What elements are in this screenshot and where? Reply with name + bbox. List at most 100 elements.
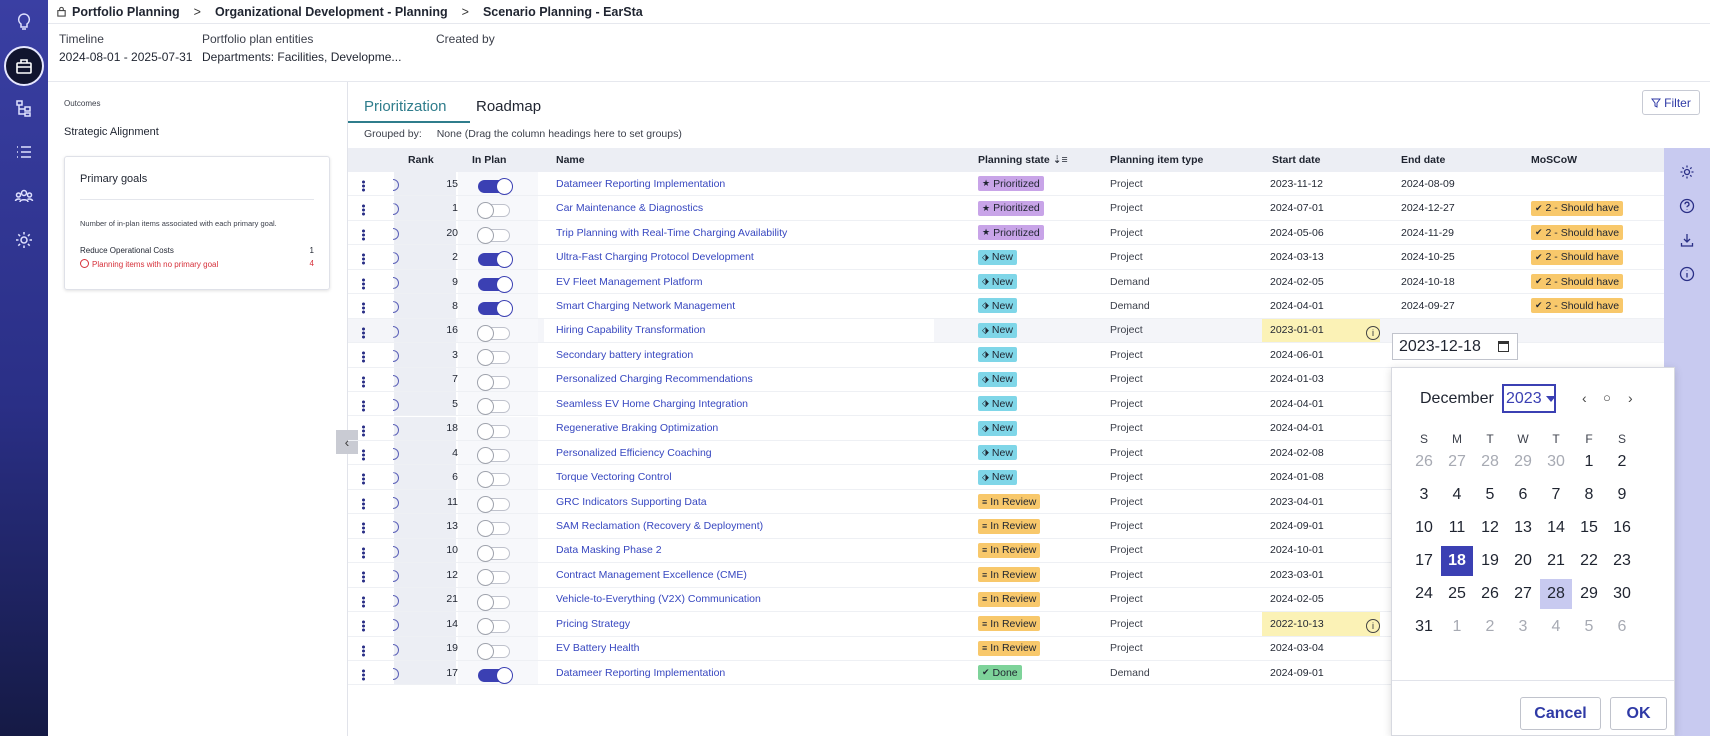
portfolio-briefcase-icon[interactable] xyxy=(4,46,44,86)
row-menu-icon[interactable] xyxy=(362,253,365,266)
planning-item-link[interactable]: Pricing Strategy xyxy=(556,612,630,635)
start-date-cell[interactable]: 2024-04-01 xyxy=(1262,294,1380,317)
row-menu-icon[interactable] xyxy=(362,620,365,633)
column-in-plan[interactable]: In Plan xyxy=(472,154,506,166)
breadcrumb-portfolio-planning[interactable]: Portfolio Planning xyxy=(72,5,180,19)
planning-item-link[interactable]: Contract Management Excellence (CME) xyxy=(556,563,747,586)
row-info-icon[interactable] xyxy=(393,594,399,607)
planning-item-link[interactable]: EV Battery Health xyxy=(556,637,639,660)
download-icon[interactable] xyxy=(1679,232,1695,248)
start-date-cell[interactable]: 2024-01-03 xyxy=(1262,368,1380,391)
row-info-icon[interactable] xyxy=(393,325,399,338)
start-date-cell[interactable]: 2024-01-08 xyxy=(1262,465,1380,488)
planning-item-link[interactable]: Regenerative Braking Optimization xyxy=(556,417,718,440)
calendar-day[interactable]: 10 xyxy=(1408,513,1440,543)
in-plan-toggle[interactable] xyxy=(477,642,510,660)
planning-item-link[interactable]: SAM Reclamation (Recovery & Deployment) xyxy=(556,514,763,537)
row-menu-icon[interactable] xyxy=(362,400,365,413)
row-menu-icon[interactable] xyxy=(362,180,365,192)
planning-item-link[interactable]: Datameer Reporting Implementation xyxy=(556,661,725,684)
table-row[interactable]: 20 Trip Planning with Real-Time Charging… xyxy=(348,220,1664,246)
in-plan-toggle[interactable] xyxy=(477,422,510,440)
start-date-cell[interactable]: 2024-02-08 xyxy=(1262,441,1380,464)
calendar-day[interactable]: 29 xyxy=(1507,447,1539,477)
start-date-cell[interactable]: 2023-01-01 xyxy=(1262,318,1380,343)
start-date-cell[interactable]: 2024-04-01 xyxy=(1262,417,1380,440)
row-menu-icon[interactable] xyxy=(362,302,365,315)
calendar-day[interactable]: 11 xyxy=(1441,513,1473,543)
column-rank[interactable]: Rank xyxy=(408,154,434,166)
gear-icon[interactable] xyxy=(1679,164,1695,180)
table-row[interactable]: 15 Datameer Reporting Implementation ★ Pr… xyxy=(348,172,1664,197)
calendar-day[interactable]: 29 xyxy=(1573,579,1605,609)
start-date-cell[interactable]: 2023-03-01 xyxy=(1262,563,1380,586)
planning-item-link[interactable]: Car Maintenance & Diagnostics xyxy=(556,196,703,219)
planning-item-link[interactable]: Smart Charging Network Management xyxy=(556,294,735,317)
calendar-day[interactable]: 30 xyxy=(1606,579,1638,609)
calendar-day[interactable]: 28 xyxy=(1540,579,1572,609)
ok-button[interactable]: OK xyxy=(1610,697,1667,730)
end-date-cell[interactable]: 2024-11-29 xyxy=(1401,221,1454,244)
in-plan-toggle[interactable] xyxy=(477,446,510,464)
calendar-day[interactable]: 6 xyxy=(1507,480,1539,510)
row-menu-icon[interactable] xyxy=(362,497,365,510)
calendar-day[interactable]: 16 xyxy=(1606,513,1638,543)
calendar-day[interactable]: 8 xyxy=(1573,480,1605,510)
calendar-day[interactable]: 13 xyxy=(1507,513,1539,543)
calendar-day[interactable]: 7 xyxy=(1540,480,1572,510)
in-plan-toggle[interactable] xyxy=(477,593,510,611)
end-date-cell[interactable]: 2024-10-18 xyxy=(1401,270,1455,293)
row-menu-icon[interactable] xyxy=(362,644,365,657)
planning-item-link[interactable]: Secondary battery integration xyxy=(556,343,693,366)
lightbulb-icon[interactable] xyxy=(0,7,48,37)
table-row[interactable]: 2 Ultra-Fast Charging Protocol Developme… xyxy=(348,245,1664,270)
hierarchy-icon[interactable] xyxy=(0,93,48,123)
calendar-day[interactable]: 18 xyxy=(1441,546,1473,576)
in-plan-toggle[interactable] xyxy=(478,178,513,195)
moscow-cell[interactable]: ✔ 2 - Should have xyxy=(1531,221,1624,244)
start-date-cell[interactable]: 2024-06-01 xyxy=(1262,343,1380,366)
row-info-icon[interactable] xyxy=(393,643,399,656)
calendar-icon[interactable] xyxy=(1498,341,1509,352)
row-menu-icon[interactable] xyxy=(362,546,365,559)
calendar-day[interactable]: 24 xyxy=(1408,579,1440,609)
planning-item-link[interactable]: Trip Planning with Real-Time Charging Av… xyxy=(556,221,787,244)
row-info-icon[interactable] xyxy=(393,374,399,387)
column-moscow[interactable]: MoSCoW xyxy=(1531,154,1577,166)
row-menu-icon[interactable] xyxy=(362,351,365,364)
start-date-cell[interactable]: 2024-02-05 xyxy=(1262,270,1380,293)
in-plan-toggle[interactable] xyxy=(477,471,510,489)
column-planning-item-type[interactable]: Planning item type xyxy=(1110,154,1203,166)
row-menu-icon[interactable] xyxy=(362,448,365,461)
row-menu-icon[interactable] xyxy=(362,375,365,388)
end-date-input[interactable]: 2023-12-18 xyxy=(1392,333,1518,360)
row-info-icon[interactable] xyxy=(393,423,399,436)
start-date-cell[interactable]: 2023-04-01 xyxy=(1262,490,1380,513)
calendar-day[interactable]: 23 xyxy=(1606,546,1638,576)
settings-gear-icon[interactable] xyxy=(0,225,48,255)
row-info-icon[interactable] xyxy=(393,496,399,509)
list-icon[interactable] xyxy=(0,137,48,167)
row-menu-icon[interactable] xyxy=(362,326,365,339)
in-plan-toggle[interactable] xyxy=(477,618,510,636)
start-date-cell[interactable]: 2024-09-01 xyxy=(1262,661,1380,684)
in-plan-toggle[interactable] xyxy=(477,373,510,391)
table-row[interactable]: 9 EV Fleet Management Platform ⬗ New Dema… xyxy=(348,269,1664,295)
calendar-day[interactable]: 5 xyxy=(1573,612,1605,642)
row-menu-icon[interactable] xyxy=(362,424,365,437)
calendar-day[interactable]: 1 xyxy=(1573,447,1605,477)
sort-descending-icon[interactable]: ⇣≡ xyxy=(1053,154,1068,166)
row-info-icon[interactable] xyxy=(393,447,399,460)
in-plan-toggle[interactable] xyxy=(477,544,510,562)
row-info-icon[interactable] xyxy=(393,545,399,558)
calendar-day[interactable]: 3 xyxy=(1408,480,1440,510)
column-name[interactable]: Name xyxy=(556,154,585,166)
calendar-day[interactable]: 6 xyxy=(1606,612,1638,642)
calendar-day[interactable]: 14 xyxy=(1540,513,1572,543)
calendar-day[interactable]: 20 xyxy=(1507,546,1539,576)
planning-item-link[interactable]: Torque Vectoring Control xyxy=(556,465,672,488)
planning-item-link[interactable]: Personalized Efficiency Coaching xyxy=(556,441,712,464)
date-warning-icon[interactable]: i xyxy=(1366,619,1380,634)
next-month-icon[interactable]: › xyxy=(1628,390,1633,406)
column-start-date[interactable]: Start date xyxy=(1272,154,1320,166)
